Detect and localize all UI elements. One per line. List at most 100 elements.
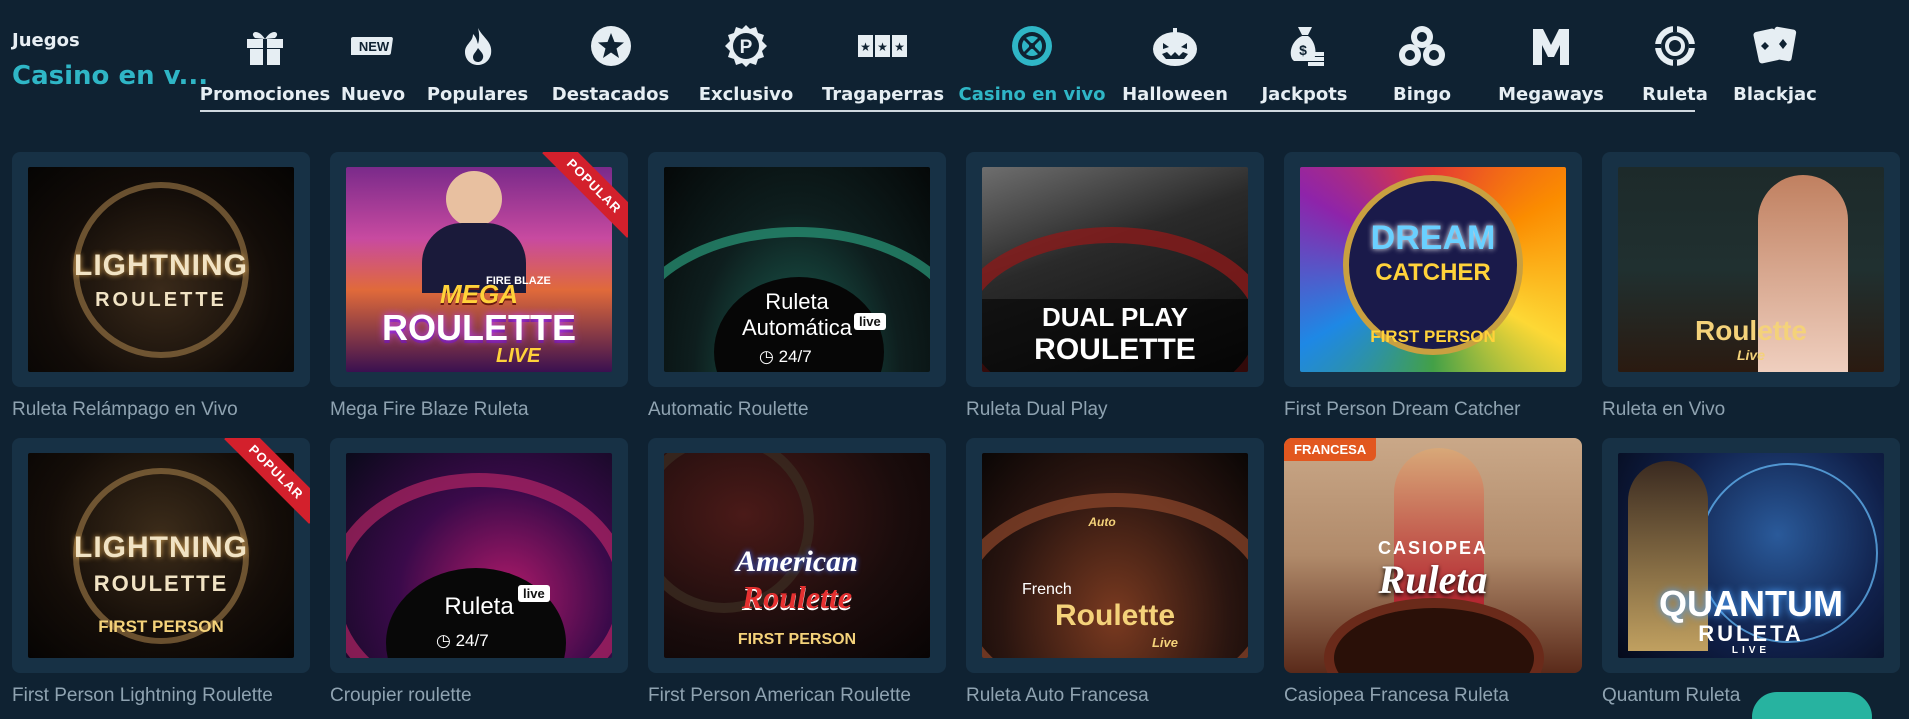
game-card[interactable]: Ruleta Automática live ◷ 24/7 Automatic … [648, 152, 946, 421]
game-title[interactable]: Ruleta Relámpago en Vivo [12, 399, 310, 421]
game-title[interactable]: First Person Dream Catcher [1284, 399, 1582, 421]
roulette-wheel-icon [1010, 22, 1054, 70]
nav-item-blackjack[interactable]: Blackjac [1725, 12, 1825, 112]
game-card[interactable]: Ruleta live ◷ 24/7 Croupier roulette [330, 438, 628, 707]
game-card[interactable]: American Roulette FIRST PERSON First Per… [648, 438, 946, 707]
game-card[interactable]: FRANCESA CASIOPEA Ruleta Casiopea France… [1284, 438, 1582, 707]
game-card[interactable]: Roulette Live Ruleta en Vivo [1602, 152, 1900, 421]
game-thumbnail[interactable]: Ruleta live ◷ 24/7 [346, 453, 612, 658]
nav-item-halloween[interactable]: Halloween [1108, 12, 1242, 112]
art-line: Live [1736, 347, 1765, 363]
page: Juegos Casino en v... Promociones NEW Nu… [0, 0, 1909, 719]
game-thumbnail-frame[interactable]: LIGHTNING ROULETTE FIRST PERSON POPULAR [12, 438, 310, 673]
art-line: RULETA [1698, 621, 1804, 646]
nav-item-megaways[interactable]: Megaways [1477, 12, 1625, 112]
game-title[interactable]: Ruleta en Vivo [1602, 399, 1900, 421]
nav-item-exclusivo[interactable]: P Exclusivo [682, 12, 810, 112]
game-thumbnail[interactable]: American Roulette FIRST PERSON [664, 453, 930, 658]
art-line: Ruleta [444, 593, 514, 620]
game-title[interactable]: Ruleta Dual Play [966, 399, 1264, 421]
game-card[interactable]: Auto French Roulette Live Ruleta Auto Fr… [966, 438, 1264, 707]
game-thumbnail-frame[interactable]: American Roulette FIRST PERSON [648, 438, 946, 673]
game-thumbnail-frame[interactable]: Roulette Live [1602, 152, 1900, 387]
nav-item-casino-en-vivo[interactable]: Casino en vivo [956, 12, 1108, 112]
svg-text:$: $ [1299, 42, 1307, 58]
game-thumbnail[interactable]: FRANCESA CASIOPEA Ruleta [1284, 438, 1582, 673]
category-nav: Promociones NEW Nuevo Populares Destacad… [200, 12, 1825, 112]
art-line: Ruleta [1378, 557, 1488, 602]
nav-item-destacados[interactable]: Destacados [539, 12, 682, 112]
chat-button[interactable] [1752, 692, 1872, 719]
game-thumbnail-frame[interactable]: LIGHTNING ROULETTE [12, 152, 310, 387]
nav-item-populares[interactable]: Populares [416, 12, 539, 112]
game-thumbnail[interactable]: LIGHTNING ROULETTE [28, 167, 294, 372]
nav-label: Promociones [199, 84, 331, 105]
game-thumbnail[interactable]: LIGHTNING ROULETTE FIRST PERSON [28, 453, 294, 658]
art-line: LIVE [496, 345, 541, 367]
art-line: Ruleta [765, 289, 829, 314]
art-line: DUAL PLAY [1042, 302, 1188, 332]
game-thumbnail-frame[interactable]: QUANTUM RULETA LIVE [1602, 438, 1900, 673]
game-card[interactable]: LIGHTNING ROULETTE FIRST PERSON POPULAR … [12, 438, 310, 707]
nav-label: Megaways [1498, 84, 1604, 105]
art-line: Roulette [741, 579, 853, 615]
game-title[interactable]: Croupier roulette [330, 685, 628, 707]
game-thumbnail[interactable]: Roulette Live [1618, 167, 1884, 372]
bingo-balls-icon [1397, 22, 1447, 70]
p-badge-icon: P [724, 22, 768, 70]
game-thumbnail-frame[interactable]: DREAM CATCHER FIRST PERSON [1284, 152, 1582, 387]
game-card[interactable]: DUAL PLAY ROULETTE Ruleta Dual Play [966, 152, 1264, 421]
art-line: ROULETTE [1034, 333, 1196, 366]
game-card[interactable]: MEGA FIRE BLAZE ROULETTE LIVE POPULAR Me… [330, 152, 628, 421]
nav-item-ruleta[interactable]: Ruleta [1625, 12, 1725, 112]
art-line: QUANTUM [1659, 583, 1843, 624]
game-thumbnail-frame[interactable]: Auto French Roulette Live [966, 438, 1264, 673]
star-circle-icon [590, 22, 632, 70]
current-category[interactable]: Casino en v... [12, 61, 208, 91]
section-label: Juegos [12, 30, 80, 51]
art-line: Auto [1088, 515, 1116, 529]
game-thumbnail[interactable]: DREAM CATCHER FIRST PERSON [1300, 167, 1566, 372]
game-card[interactable]: QUANTUM RULETA LIVE Quantum Ruleta [1602, 438, 1900, 707]
nav-label: Halloween [1122, 84, 1228, 105]
nav-item-bingo[interactable]: Bingo [1367, 12, 1477, 112]
game-card[interactable]: DREAM CATCHER FIRST PERSON First Person … [1284, 152, 1582, 421]
art-line: CATCHER [1375, 259, 1491, 286]
new-badge-icon: NEW [351, 22, 395, 70]
game-card[interactable]: LIGHTNING ROULETTE Ruleta Relámpago en V… [12, 152, 310, 421]
live-badge: live [518, 585, 550, 602]
svg-text:★: ★ [894, 40, 905, 54]
game-thumbnail-frame[interactable]: MEGA FIRE BLAZE ROULETTE LIVE POPULAR [330, 152, 628, 387]
svg-text:P: P [740, 37, 753, 58]
game-thumbnail[interactable]: Auto French Roulette Live [982, 453, 1248, 658]
art-line: ROULETTE [93, 571, 229, 596]
game-thumbnail[interactable]: DUAL PLAY ROULETTE [982, 167, 1248, 372]
nav-label: Destacados [551, 84, 670, 105]
nav-label: Tragaperras [821, 84, 945, 105]
art-line: FIRST PERSON [98, 617, 224, 636]
game-thumbnail[interactable]: Ruleta Automática live ◷ 24/7 [664, 167, 930, 372]
game-title[interactable]: First Person American Roulette [648, 685, 946, 707]
game-thumbnail-frame[interactable]: Ruleta live ◷ 24/7 [330, 438, 628, 673]
art-line: American [736, 545, 858, 578]
game-thumbnail[interactable]: QUANTUM RULETA LIVE [1618, 453, 1884, 658]
game-thumbnail-frame[interactable]: FRANCESA CASIOPEA Ruleta [1284, 438, 1582, 673]
hours-label: ◷ 24/7 [436, 631, 489, 650]
nav-underline [200, 110, 1695, 112]
nav-item-promociones[interactable]: Promociones [200, 12, 330, 112]
game-thumbnail-frame[interactable]: DUAL PLAY ROULETTE [966, 152, 1264, 387]
live-badge: live [854, 313, 886, 330]
game-title[interactable]: Casiopea Francesa Ruleta [1284, 685, 1582, 707]
game-thumbnail-frame[interactable]: Ruleta Automática live ◷ 24/7 [648, 152, 946, 387]
slots-icon: ★ ★ ★ [857, 22, 909, 70]
nav-item-jackpots[interactable]: $ Jackpots [1242, 12, 1367, 112]
game-thumbnail[interactable]: MEGA FIRE BLAZE ROULETTE LIVE [346, 167, 612, 372]
nav-item-tragaperras[interactable]: ★ ★ ★ Tragaperras [810, 12, 956, 112]
art-line: DREAM [1370, 219, 1496, 257]
game-title[interactable]: Ruleta Auto Francesa [966, 685, 1264, 707]
game-title[interactable]: First Person Lightning Roulette [12, 685, 310, 707]
game-title[interactable]: Mega Fire Blaze Ruleta [330, 399, 628, 421]
game-title[interactable]: Automatic Roulette [648, 399, 946, 421]
nav-item-nuevo[interactable]: NEW Nuevo [330, 12, 416, 112]
art-line: Roulette [1055, 599, 1175, 632]
